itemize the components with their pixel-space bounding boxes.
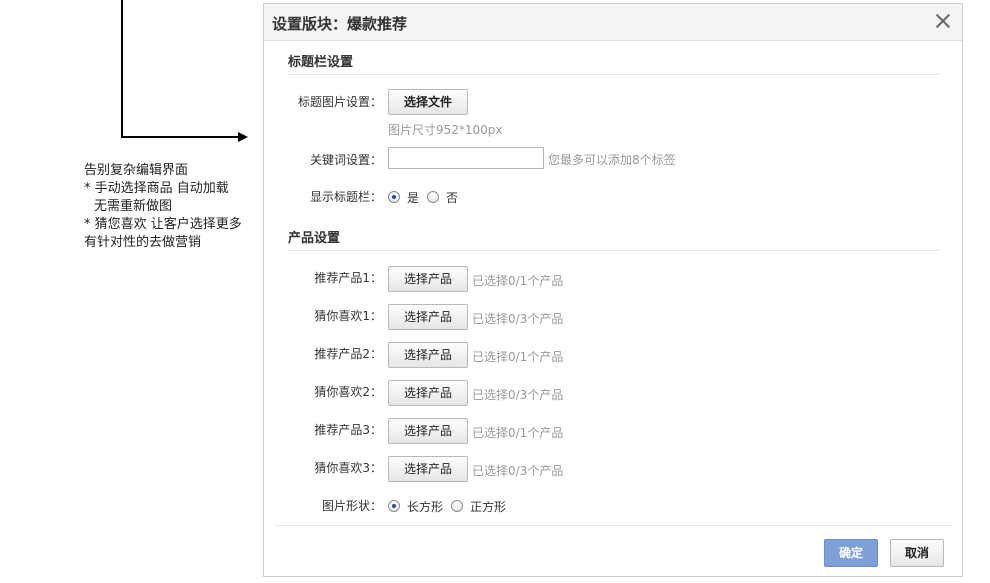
annotation-line-horizontal [121, 136, 239, 138]
section-divider [288, 74, 940, 75]
choose-product-button[interactable]: 选择产品 [388, 418, 468, 444]
shape-square-label: 正方形 [470, 500, 507, 514]
section-divider [288, 250, 940, 251]
product-row-label: 猜你喜欢2： [314, 385, 382, 399]
cancel-button[interactable]: 取消 [890, 539, 944, 567]
product-status: 已选择0/3个产品 [472, 312, 564, 326]
product-status: 已选择0/3个产品 [472, 464, 564, 478]
arrow-right-icon [238, 132, 248, 142]
shape-square-radio[interactable] [451, 500, 463, 512]
annotation-line: 有针对性的去做营销 [84, 235, 202, 250]
show-title-no-radio[interactable] [427, 191, 439, 203]
title-image-label: 标题图片设置： [297, 95, 382, 109]
annotation-line-vertical [121, 0, 123, 138]
choose-product-button[interactable]: 选择产品 [388, 456, 468, 482]
product-row-label: 推荐产品2： [314, 347, 382, 361]
annotation-line: * 手动选择商品 自动加载 [84, 181, 229, 196]
product-row-label: 猜你喜欢1： [314, 309, 382, 323]
choose-product-button[interactable]: 选择产品 [388, 266, 468, 292]
product-status: 已选择0/3个产品 [472, 388, 564, 402]
product-row-label: 推荐产品3： [314, 423, 382, 437]
product-row-label: 推荐产品1： [314, 271, 382, 285]
show-title-yes-label: 是 [407, 191, 420, 205]
dialog-header: 设置版块：爆款推荐 [264, 4, 962, 41]
product-status: 已选择0/1个产品 [472, 274, 564, 288]
product-status: 已选择0/1个产品 [472, 426, 564, 440]
show-title-yes-radio[interactable] [388, 191, 400, 203]
annotation-line: * 猜您喜欢 让客户选择更多 [84, 217, 242, 232]
dialog-title: 设置版块：爆款推荐 [272, 15, 408, 33]
choose-file-button[interactable]: 选择文件 [388, 89, 468, 115]
choose-product-button[interactable]: 选择产品 [388, 304, 468, 330]
settings-dialog: 设置版块：爆款推荐 标题栏设置 标题图片设置： 选择文件 图片尺寸952*100… [263, 3, 963, 577]
image-size-hint: 图片尺寸952*100px [388, 123, 503, 137]
keyword-label: 关键词设置： [309, 153, 382, 167]
annotation-line: 无需重新做图 [94, 199, 173, 214]
footer-divider [274, 525, 952, 526]
product-section-heading: 产品设置 [288, 231, 341, 246]
title-section-heading: 标题栏设置 [288, 55, 354, 70]
keyword-hint: 您最多可以添加8个标签 [548, 153, 676, 167]
product-row-label: 猜你喜欢3： [314, 461, 382, 475]
shape-rectangle-radio[interactable] [388, 500, 400, 512]
keyword-input[interactable] [388, 147, 544, 169]
show-title-no-label: 否 [446, 191, 459, 205]
shape-rectangle-label: 长方形 [407, 500, 444, 514]
choose-product-button[interactable]: 选择产品 [388, 380, 468, 406]
shape-label: 图片形状： [321, 499, 382, 513]
product-status: 已选择0/1个产品 [472, 350, 564, 364]
annotation-text: 告别复杂编辑界面 * 手动选择商品 自动加载 无需重新做图 * 猜您喜欢 让客户… [84, 162, 264, 252]
annotation-line: 告别复杂编辑界面 [84, 163, 189, 178]
show-title-label: 显示标题栏： [309, 190, 382, 204]
ok-button[interactable]: 确定 [824, 539, 878, 567]
close-icon[interactable] [934, 12, 952, 30]
choose-product-button[interactable]: 选择产品 [388, 342, 468, 368]
